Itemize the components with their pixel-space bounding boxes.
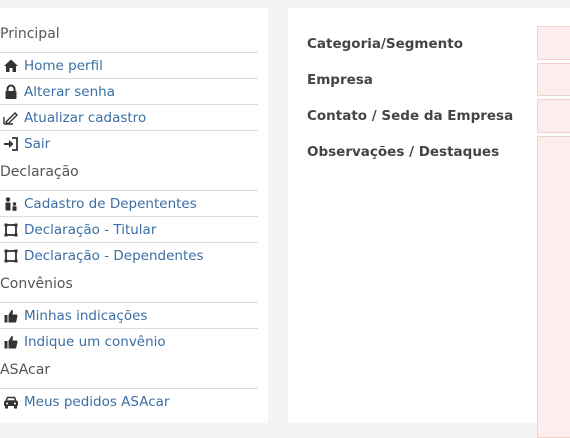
section-title-convenios: Convênios	[0, 276, 73, 292]
sidebar-item-atualizar-cadastro[interactable]: Atualizar cadastro	[0, 104, 258, 130]
label-empresa: Empresa	[307, 72, 373, 88]
sidebar-item-label: Home perfil	[24, 57, 103, 74]
sidebar-item-label: Atualizar cadastro	[24, 109, 147, 126]
thumbs-up-icon	[3, 334, 19, 350]
sidebar-item-label: Declaração - Dependentes	[24, 247, 204, 264]
sidebar-item-sair[interactable]: Sair	[0, 130, 258, 156]
sidebar-item-label: Declaração - Titular	[24, 221, 157, 238]
thumbs-up-icon	[3, 308, 19, 324]
sign-out-icon	[3, 136, 19, 152]
sidebar-item-label: Sair	[24, 135, 51, 152]
lock-icon	[3, 84, 19, 100]
sidebar-item-declaracao-titular[interactable]: Declaração - Titular	[0, 216, 258, 242]
sidebar-item-label: Cadastro de Depententes	[24, 195, 197, 212]
home-icon	[3, 58, 19, 74]
value-observacoes-destaques	[537, 136, 570, 438]
section-title-principal: Principal	[0, 26, 60, 42]
sidebar-item-label: Alterar senha	[24, 83, 115, 100]
label-categoria-segmento: Categoria/Segmento	[307, 36, 463, 52]
sidebar-item-label: Minhas indicações	[24, 307, 148, 324]
sidebar: Principal Home perfil Alterar senha Atua…	[0, 8, 268, 423]
edit-icon	[3, 110, 19, 126]
family-icon	[3, 196, 19, 212]
sidebar-item-indique-convenio[interactable]: Indique um convênio	[0, 328, 258, 354]
section-title-declaracao: Declaração	[0, 164, 79, 180]
sidebar-item-minhas-indicacoes[interactable]: Minhas indicações	[0, 302, 258, 328]
label-contato-sede: Contato / Sede da Empresa	[307, 108, 514, 124]
sidebar-item-cadastro-dependentes[interactable]: Cadastro de Depententes	[0, 190, 258, 216]
document-icon	[3, 222, 19, 238]
section-title-asacar: ASAcar	[0, 362, 51, 378]
value-contato-sede	[537, 99, 570, 133]
label-observacoes-destaques: Observações / Destaques	[307, 144, 500, 160]
sidebar-item-home-perfil[interactable]: Home perfil	[0, 52, 258, 78]
value-empresa	[537, 63, 570, 96]
sidebar-item-label: Meus pedidos ASAcar	[24, 393, 170, 410]
car-icon	[3, 394, 19, 410]
sidebar-item-label: Indique um convênio	[24, 333, 166, 350]
details-panel: Categoria/Segmento Empresa Contato / Sed…	[288, 8, 570, 438]
sidebar-item-declaracao-dependentes[interactable]: Declaração - Dependentes	[0, 242, 258, 268]
document-icon	[3, 248, 19, 264]
sidebar-item-alterar-senha[interactable]: Alterar senha	[0, 78, 258, 104]
value-categoria-segmento	[537, 26, 570, 60]
sidebar-item-meus-pedidos-asacar[interactable]: Meus pedidos ASAcar	[0, 388, 258, 414]
